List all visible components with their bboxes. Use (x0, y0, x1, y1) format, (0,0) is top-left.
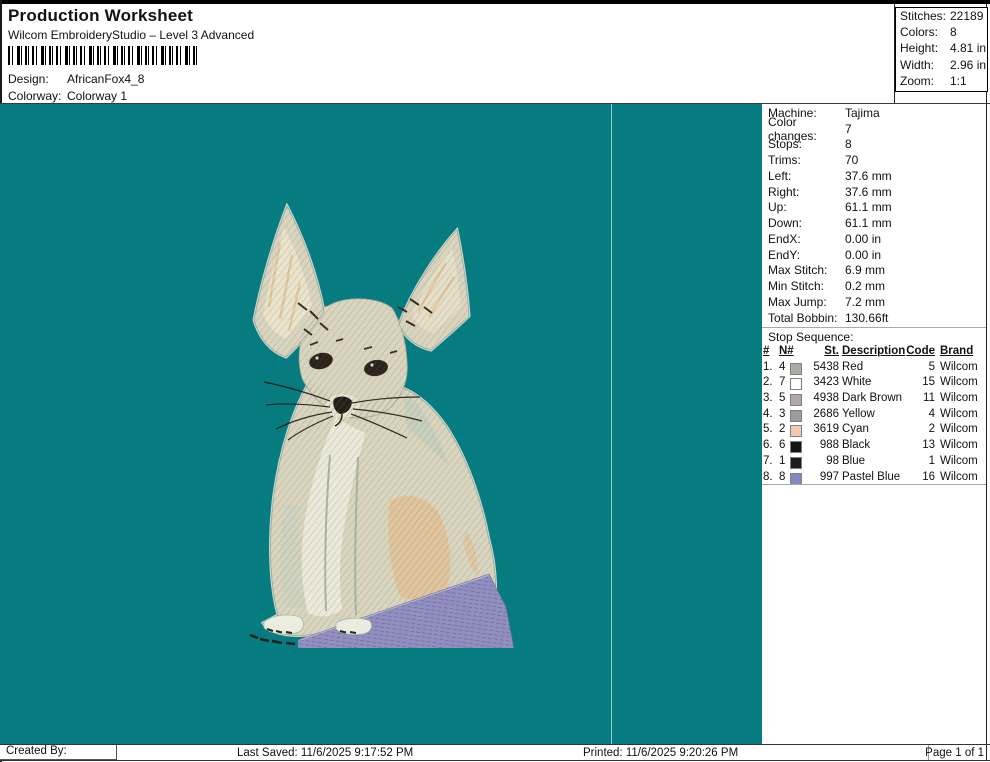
colorway-label: Colorway: (8, 89, 67, 103)
machine-info-row: Stops:8 (768, 137, 985, 153)
machine-info-row: Up:61.1 mm (768, 200, 985, 216)
machine-info-row: Max Jump:7.2 mm (768, 294, 985, 310)
embroidery-design-fennec-fox (240, 203, 525, 648)
production-worksheet-page: Production Worksheet Wilcom EmbroiderySt… (0, 0, 990, 762)
thread-color-swatch (790, 441, 802, 453)
last-saved-text: Last Saved: 11/6/2025 9:17:52 PM (237, 747, 413, 759)
stop-sequence-row: 4.32686Yellow4Wilcom (762, 407, 986, 423)
page-number: Page 1 of 1 (925, 747, 984, 759)
thread-color-swatch (790, 410, 802, 422)
stop-sequence-bottom-line (762, 484, 986, 485)
page-top-border (0, 0, 990, 4)
thread-color-swatch (790, 363, 802, 375)
summary-row: Height:4.81 in (896, 40, 987, 56)
stop-sequence-separator (762, 327, 986, 328)
page-right-border (986, 4, 987, 761)
thread-color-swatch (790, 457, 802, 469)
summary-row: Colors:8 (896, 24, 987, 40)
stop-sequence-row: 6.6988Black13Wilcom (762, 438, 986, 454)
colorway-name: Colorway 1 (67, 89, 127, 103)
stop-sequence-row: 7.198Blue1Wilcom (762, 454, 986, 470)
created-by-cell: Created By: (0, 745, 117, 760)
stop-sequence-row: 8.8997Pastel Blue16Wilcom (762, 470, 986, 486)
colorway-row: Colorway:Colorway 1 (8, 89, 127, 104)
stop-sequence-row: 2.73423White15Wilcom (762, 375, 986, 391)
stop-sequence-row: 3.54938Dark Brown11Wilcom (762, 391, 986, 407)
machine-info-list: Machine:Tajima Color changes:7 Stops:8 T… (768, 105, 985, 326)
hoop-boundary-line (611, 104, 612, 744)
machine-info-row: EndY:0.00 in (768, 247, 985, 263)
machine-info-row: EndX:0.00 in (768, 231, 985, 247)
thread-color-swatch (790, 473, 802, 485)
design-summary-box: Stitches:22189 Colors:8 Height:4.81 in W… (895, 7, 988, 92)
thread-color-swatch (790, 425, 802, 437)
software-name: Wilcom EmbroideryStudio – Level 3 Advanc… (8, 28, 254, 42)
machine-info-row: Right:37.6 mm (768, 184, 985, 200)
design-name: AfricanFox4_8 (67, 72, 144, 86)
stop-sequence-row: 5.23619Cyan2Wilcom (762, 422, 986, 438)
machine-info-row: Down:61.1 mm (768, 215, 985, 231)
design-canvas (0, 104, 762, 744)
machine-info-row: Trims:70 (768, 152, 985, 168)
thread-color-swatch (790, 394, 802, 406)
summary-row: Stitches:22189 (896, 8, 987, 24)
summary-row: Zoom:1:1 (896, 73, 987, 89)
machine-info-row: Color changes:7 (768, 121, 985, 137)
design-row: Design:AfricanFox4_8 (8, 72, 144, 87)
printed-text: Printed: 11/6/2025 9:20:26 PM (583, 747, 738, 759)
stop-sequence-title: Stop Sequence: (768, 330, 853, 344)
machine-info-row: Min Stitch:0.2 mm (768, 278, 985, 294)
stop-sequence-table: # N# St. Description Code Brand 1.45438R… (762, 344, 986, 485)
page-title: Production Worksheet (8, 6, 193, 26)
thread-color-swatch (790, 378, 802, 390)
footer-bottom-line (0, 760, 990, 761)
stop-sequence-header-row: # N# St. Description Code Brand (762, 344, 986, 360)
design-barcode (8, 46, 198, 65)
summary-row: Width:2.96 in (896, 57, 987, 73)
design-label: Design: (8, 72, 67, 86)
stop-sequence-row: 1.45438Red5Wilcom (762, 360, 986, 376)
machine-info-row: Max Stitch:6.9 mm (768, 263, 985, 279)
machine-info-row: Total Bobbin:130.66ft (768, 310, 985, 326)
machine-info-row: Left:37.6 mm (768, 168, 985, 184)
footer-top-line (0, 744, 990, 745)
